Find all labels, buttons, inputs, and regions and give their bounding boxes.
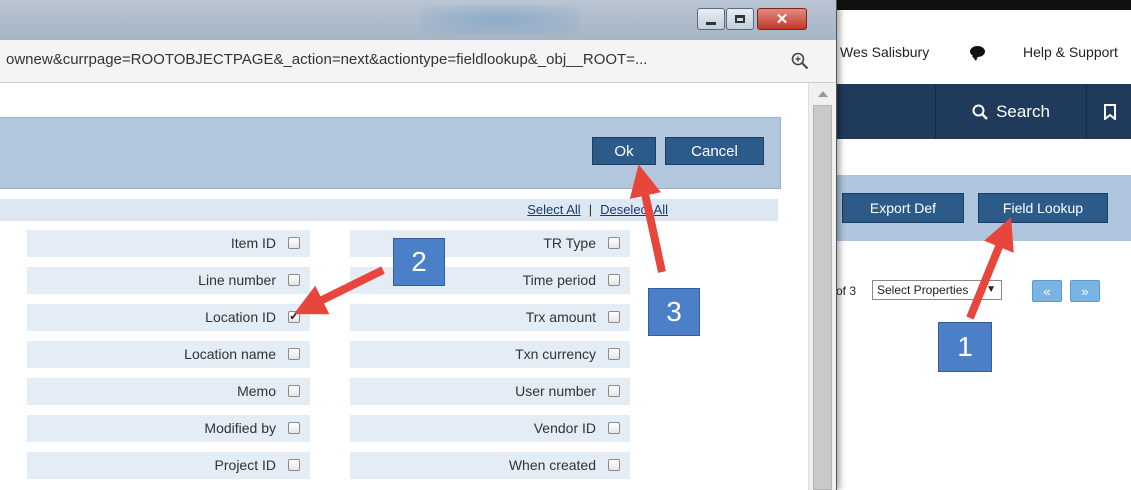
previous-page-button[interactable]: « [1032,280,1062,302]
field-checkbox[interactable] [608,237,620,249]
field-label: Location name [184,346,276,362]
field-label: Location ID [205,309,276,325]
field-checkbox[interactable] [608,348,620,360]
field-checkbox[interactable] [288,459,300,471]
field-label: Txn currency [515,346,596,362]
bookmark-icon [1103,103,1116,120]
field-label: Time period [522,272,596,288]
page-count-text: of 3 [836,284,857,298]
field-row: Location name [27,341,310,368]
field-label: Trx amount [525,309,596,325]
pager: of 3 Select Properties ▼ « » [830,278,1131,308]
search-icon [972,104,988,120]
field-label: TR Type [543,235,596,251]
dropdown-caret-icon: ▼ [986,284,996,295]
export-def-button[interactable]: Export Def [842,193,964,223]
user-bar: Wes Salisbury Help & Support [830,14,1131,78]
field-checkbox[interactable] [288,422,300,434]
user-name[interactable]: Wes Salisbury [840,44,929,60]
scroll-up-arrow-icon[interactable] [818,91,828,97]
field-checkbox[interactable] [288,237,300,249]
url-text[interactable]: ownew&currpage=ROOTOBJECTPAGE&_action=ne… [6,51,647,68]
bookmark-button[interactable] [1086,84,1131,139]
window-titlebar[interactable]: ✕ [0,0,836,40]
field-label: Project ID [214,457,276,473]
field-label: Memo [237,383,276,399]
field-checkbox[interactable] [608,274,620,286]
next-page-button[interactable]: » [1070,280,1100,302]
field-row: Vendor ID [350,415,630,442]
deselect-all-link[interactable]: Deselect All [600,202,668,217]
ok-button[interactable]: Ok [592,137,656,165]
field-row: Location ID ✔ [27,304,310,331]
link-separator: | [588,202,593,217]
select-links: Select All | Deselect All [527,202,668,217]
field-label: User number [515,383,596,399]
cancel-button[interactable]: Cancel [665,137,764,165]
maximize-icon [735,15,745,23]
field-checkbox[interactable] [608,385,620,397]
close-icon: ✕ [775,11,789,28]
zoom-icon[interactable] [791,52,809,70]
check-mark-icon: ✔ [289,310,299,323]
dialog-header: Ok Cancel [0,117,781,189]
step-2-badge: 2 [393,238,445,286]
properties-select-value: Select Properties [877,283,969,297]
field-checkbox[interactable] [288,348,300,360]
field-row: Item ID [27,230,310,257]
field-checkbox[interactable] [608,422,620,434]
field-checkbox[interactable] [608,311,620,323]
select-all-link[interactable]: Select All [527,202,580,217]
field-lookup-button[interactable]: Field Lookup [978,193,1108,223]
address-bar[interactable]: ownew&currpage=ROOTOBJECTPAGE&_action=ne… [0,40,836,83]
minimize-icon [706,21,716,25]
main-navbar: Search [830,84,1131,139]
step-3-badge: 3 [648,288,700,336]
field-checkbox[interactable]: ✔ [288,311,300,323]
field-row: When created [350,452,630,479]
report-toolbar: Export Def Field Lookup [830,175,1131,241]
popup-page: Ok Cancel Select All | Deselect All Item I… [0,83,808,490]
field-row: User number [350,378,630,405]
titlebar-glow [420,5,580,35]
scroll-thumb[interactable] [813,105,832,490]
search-button[interactable]: Search [935,84,1086,139]
field-label: Modified by [204,420,276,436]
field-checkbox[interactable] [608,459,620,471]
chat-icon[interactable] [970,46,985,61]
close-button[interactable]: ✕ [757,8,807,30]
step-1-badge: 1 [938,322,992,372]
field-row: Trx amount [350,304,630,331]
field-label: When created [508,457,596,473]
field-label: Vendor ID [533,420,596,436]
field-row: Txn currency [350,341,630,368]
help-support-link[interactable]: Help & Support [1023,44,1118,60]
field-label: Item ID [230,235,276,251]
field-row: Memo [27,378,310,405]
minimize-button[interactable] [697,8,725,30]
search-label: Search [996,101,1050,121]
field-checkbox[interactable] [288,385,300,397]
properties-select[interactable]: Select Properties ▼ [872,280,1002,300]
field-checkbox[interactable] [288,274,300,286]
maximize-button[interactable] [726,8,754,30]
select-bar: Select All | Deselect All [0,199,778,221]
field-row: TR Type [350,230,630,257]
field-row: Line number [27,267,310,294]
field-label: Line number [198,272,276,288]
vertical-scrollbar[interactable] [808,83,836,490]
field-row: Modified by [27,415,310,442]
field-row: Project ID [27,452,310,479]
field-row: Time period [350,267,630,294]
